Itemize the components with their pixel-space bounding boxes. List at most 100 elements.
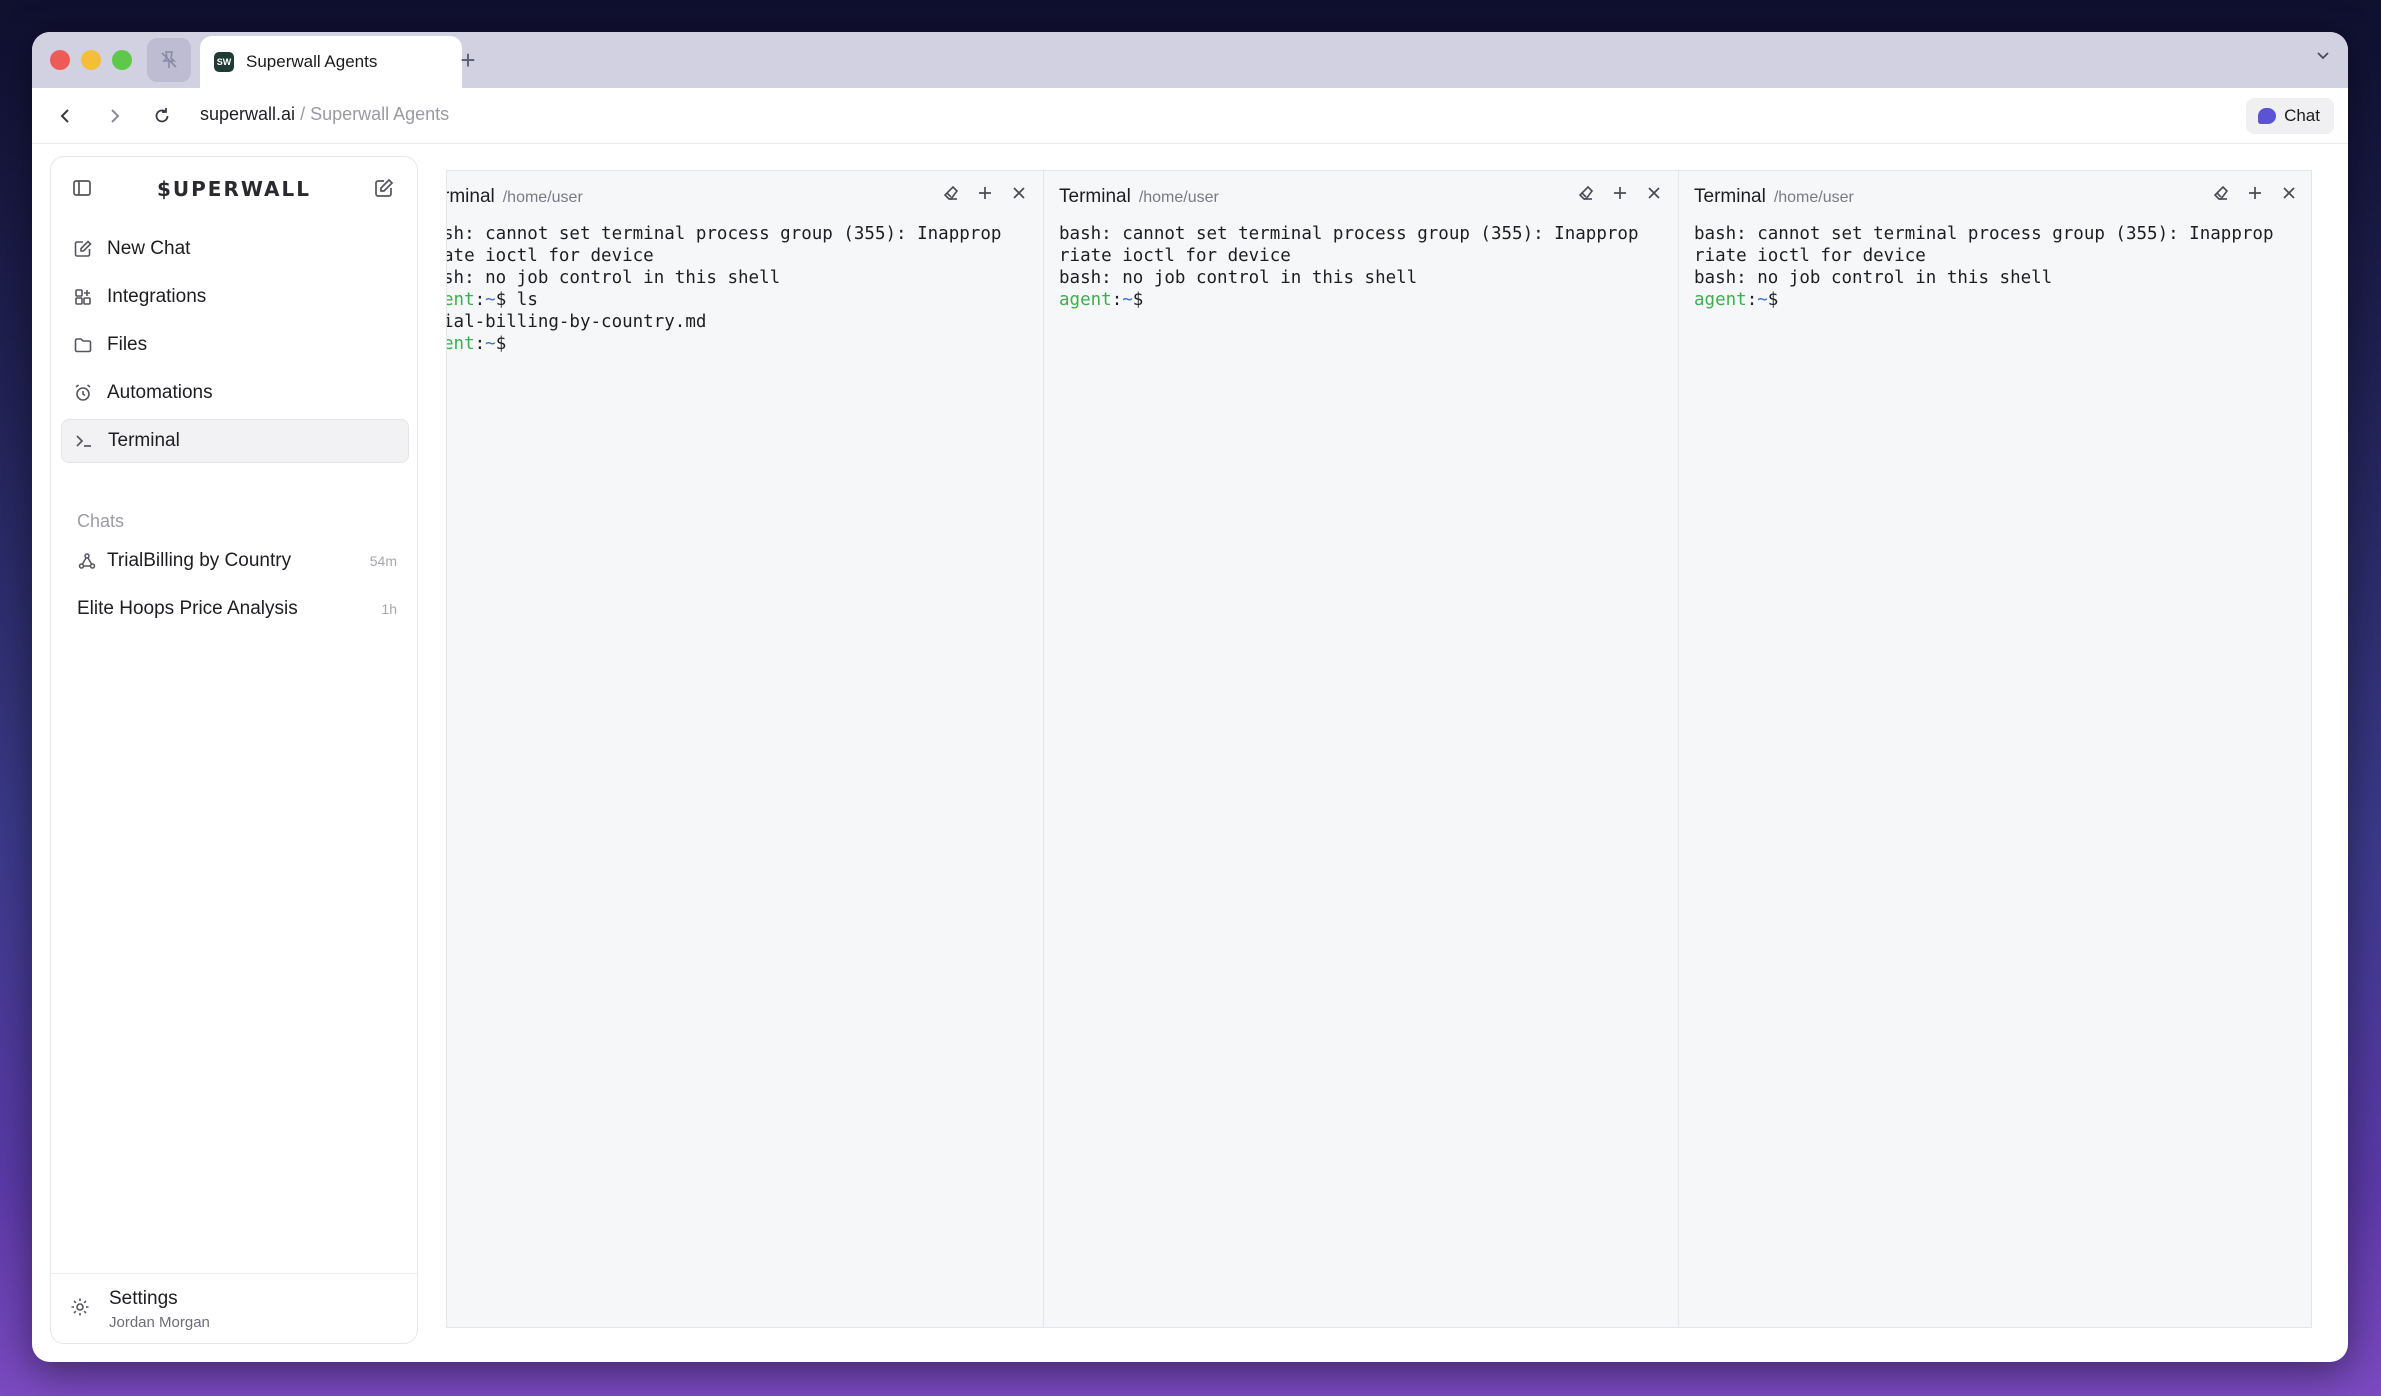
terminal-line: riate ioctl for device [1694, 246, 1926, 266]
close-icon[interactable] [1009, 183, 1029, 203]
prompt-sign: $ [495, 290, 507, 310]
terminal-title-group: rminal/home/user [447, 186, 583, 208]
alarm-clock-icon [73, 383, 93, 403]
new-tab-plus-icon[interactable]: + [448, 40, 488, 80]
terminal-title: Terminal [1694, 186, 1766, 207]
chat-item-title: TrialBilling by Country [107, 550, 292, 571]
user-name: Jordan Morgan [109, 1314, 210, 1331]
chat-item-age: 1h [381, 601, 397, 617]
sidebar-item-label: New Chat [107, 238, 191, 259]
terminal-prompt-line: agent:~$ [1059, 289, 1638, 311]
sidebar-item-label: Integrations [107, 286, 207, 307]
terminal-pane[interactable]: Terminal/home/user bash: cannot set term… [1678, 171, 2311, 1327]
forward-arrow-icon[interactable] [96, 98, 132, 134]
terminal-line: riate ioctl for device [1059, 246, 1291, 266]
compose-icon[interactable] [373, 177, 397, 201]
sidebar-item-terminal[interactable]: Terminal [61, 419, 409, 463]
sidebar-item-files[interactable]: Files [61, 323, 409, 367]
close-icon[interactable] [2279, 183, 2299, 203]
prompt-user: agent [1059, 290, 1112, 310]
eraser-icon[interactable] [2211, 183, 2231, 203]
folder-icon [73, 335, 93, 355]
terminal-pane[interactable]: Terminal/home/user bash: cannot set term… [1043, 171, 1678, 1327]
terminal-prompt-line: ent:~$ [447, 333, 1001, 355]
terminal-icon [74, 431, 94, 451]
terminal-line: bash: no job control in this shell [1694, 268, 2053, 288]
terminal-output[interactable]: bash: cannot set terminal process group … [1694, 223, 2273, 311]
terminal-prompt-line: ent:~$ ls [447, 289, 1001, 311]
sidebar-nav: New Chat Integrations Files Automations [61, 227, 409, 467]
browser-window: SW Superwall Agents + superwall.ai / Sup… [32, 32, 2348, 1362]
prompt-separator: : [1746, 290, 1758, 310]
url-separator: / [300, 104, 306, 124]
chat-item-elite-hoops[interactable]: Elite Hoops Price Analysis 1h [61, 585, 409, 633]
prompt-user: agent [1694, 290, 1747, 310]
pin-icon[interactable] [147, 38, 191, 82]
compose-icon [73, 239, 93, 259]
chat-item-trialbilling[interactable]: TrialBilling by Country 54m [61, 537, 409, 585]
chat-list: TrialBilling by Country 54m Elite Hoops … [61, 537, 409, 633]
sidebar-item-label: Files [107, 334, 148, 355]
terminal-actions [2211, 183, 2299, 203]
address-bar: superwall.ai / Superwall Agents Chat [32, 88, 2348, 144]
chat-button-label: Chat [2284, 106, 2320, 125]
sidebar: $UPERWALL New Chat Integrations Files Au… [50, 156, 418, 1344]
terminal-path: /home/user [1138, 189, 1219, 206]
prompt-path: ~ [485, 334, 496, 354]
terminal-output[interactable]: sh: cannot set terminal process group (3… [447, 223, 1001, 355]
minimize-window-button[interactable] [81, 50, 101, 70]
chat-item-age: 54m [369, 553, 397, 569]
url-text[interactable]: superwall.ai / Superwall Agents [200, 104, 449, 125]
browser-tab[interactable]: SW Superwall Agents [200, 36, 462, 88]
prompt-separator: : [474, 334, 486, 354]
terminal-header: Terminal/home/user [1679, 171, 2311, 217]
prompt-user: ent [447, 290, 475, 310]
chat-button[interactable]: Chat [2246, 98, 2334, 134]
tab-strip: SW Superwall Agents + [32, 32, 2348, 88]
superwall-favicon-icon: SW [214, 52, 234, 72]
prompt-separator: : [474, 290, 486, 310]
terminal-line: sh: no job control in this shell [447, 268, 781, 288]
terminal-title-group: Terminal/home/user [1694, 186, 1854, 208]
chats-heading: Chats [77, 511, 125, 531]
chat-item-title: Elite Hoops Price Analysis [77, 598, 298, 619]
split-plus-icon[interactable] [1610, 183, 1630, 203]
terminal-command: ls [506, 290, 538, 310]
terminal-line: ial-billing-by-country.md [447, 312, 707, 332]
terminal-pane[interactable]: rminal/home/user sh: cannot set terminal… [447, 171, 1043, 1327]
chevron-down-icon[interactable] [2314, 44, 2332, 70]
split-plus-icon[interactable] [2245, 183, 2265, 203]
url-domain: superwall.ai [200, 104, 296, 124]
terminal-panes: rminal/home/user sh: cannot set terminal… [446, 170, 2312, 1328]
terminal-header: Terminal/home/user [1044, 171, 1678, 217]
settings-footer[interactable]: Settings Jordan Morgan [51, 1273, 417, 1343]
split-plus-icon[interactable] [975, 183, 995, 203]
integrations-icon [73, 287, 93, 307]
tab-title: Superwall Agents [246, 52, 378, 71]
prompt-path: ~ [485, 290, 496, 310]
back-arrow-icon[interactable] [48, 98, 84, 134]
terminal-prompt-line: agent:~$ [1694, 289, 2273, 311]
terminal-header: rminal/home/user [447, 171, 1043, 217]
terminal-line: bash: no job control in this shell [1059, 268, 1418, 288]
sidebar-item-integrations[interactable]: Integrations [61, 275, 409, 319]
terminal-path: /home/user [1773, 189, 1854, 206]
reload-icon[interactable] [144, 98, 180, 134]
sidebar-item-new-chat[interactable]: New Chat [61, 227, 409, 271]
eraser-icon[interactable] [1576, 183, 1596, 203]
sidebar-item-label: Terminal [108, 430, 180, 451]
terminal-line: bash: cannot set terminal process group … [1059, 224, 1639, 244]
settings-label: Settings [109, 1288, 178, 1309]
sidebar-item-automations[interactable]: Automations [61, 371, 409, 415]
close-icon[interactable] [1644, 183, 1664, 203]
chat-bubble-icon [2258, 108, 2277, 124]
close-window-button[interactable] [50, 50, 70, 70]
eraser-icon[interactable] [941, 183, 961, 203]
prompt-sign: $ [1132, 290, 1144, 310]
gear-icon [69, 1296, 93, 1320]
terminal-output[interactable]: bash: cannot set terminal process group … [1059, 223, 1638, 311]
terminal-title-group: Terminal/home/user [1059, 186, 1219, 208]
terminal-actions [941, 183, 1029, 203]
prompt-sign: $ [495, 334, 507, 354]
maximize-window-button[interactable] [112, 50, 132, 70]
